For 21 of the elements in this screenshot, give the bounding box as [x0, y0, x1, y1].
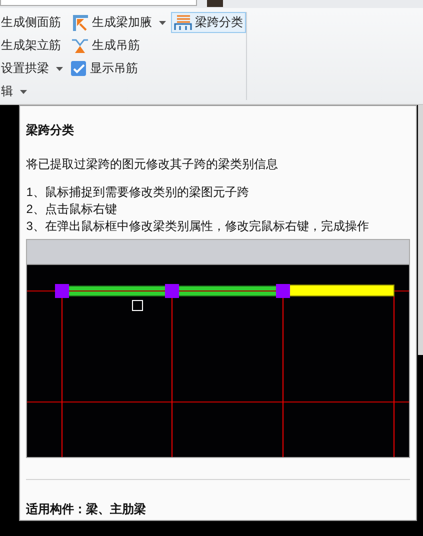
step-text: 3、在弹出鼠标框中修改梁类别属性，修改完鼠标右键，完成操作	[26, 218, 370, 235]
ribbon-button[interactable]: 生成侧面筋	[0, 12, 64, 33]
beam-haunch-icon	[71, 14, 89, 32]
applicable-components-text: 适用构件：梁、主肋梁	[26, 501, 148, 518]
step-text: 1、鼠标捕捉到需要修改类别的梁图元子跨	[26, 184, 250, 201]
scrollbar[interactable]	[418, 105, 423, 355]
photo-placeholder	[207, 0, 223, 7]
description-text: 将已提取过梁跨的图元修改其子跨的梁类别信息	[26, 156, 280, 173]
hanger-rebar-icon	[71, 38, 89, 54]
ribbon-button[interactable]: 辑	[0, 81, 30, 102]
check-icon	[72, 64, 84, 74]
ribbon-button[interactable]: 梁跨分类	[171, 12, 246, 33]
beam-span-icon	[174, 14, 192, 30]
ribbon-button[interactable]: 设置拱梁	[0, 58, 66, 79]
ribbon-button[interactable]: 生成吊筋	[68, 35, 143, 56]
show-hanger-checkbox[interactable]: 显示吊筋	[68, 60, 138, 77]
ribbon-button[interactable]: 生成梁加腋	[68, 12, 169, 34]
search-field[interactable]	[0, 0, 197, 6]
tooltip-title: 梁跨分类	[26, 122, 76, 139]
ribbon-button[interactable]: 生成架立筋	[0, 35, 64, 56]
step-text: 2、点击鼠标右键	[26, 201, 118, 218]
